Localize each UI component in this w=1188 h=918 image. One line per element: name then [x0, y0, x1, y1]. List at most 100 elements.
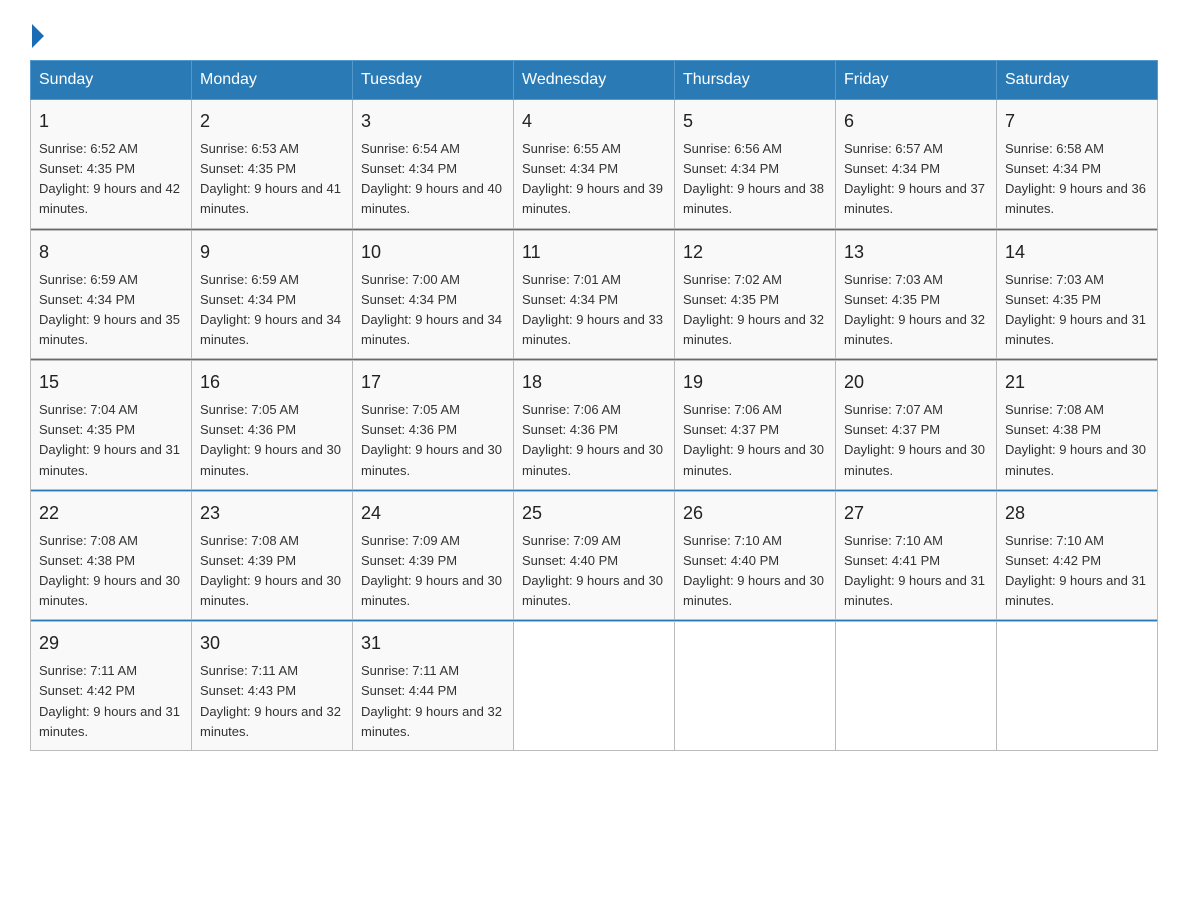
day-info: Sunrise: 7:03 AMSunset: 4:35 PMDaylight:…	[844, 272, 985, 347]
day-info: Sunrise: 7:03 AMSunset: 4:35 PMDaylight:…	[1005, 272, 1146, 347]
day-info: Sunrise: 6:54 AMSunset: 4:34 PMDaylight:…	[361, 141, 502, 216]
day-info: Sunrise: 6:53 AMSunset: 4:35 PMDaylight:…	[200, 141, 341, 216]
page-header	[30, 20, 1158, 44]
calendar-cell: 27 Sunrise: 7:10 AMSunset: 4:41 PMDaylig…	[836, 491, 997, 620]
col-header-friday: Friday	[836, 61, 997, 100]
day-number: 24	[361, 500, 505, 527]
day-number: 29	[39, 630, 183, 657]
day-number: 15	[39, 369, 183, 396]
calendar-table: SundayMondayTuesdayWednesdayThursdayFrid…	[30, 60, 1158, 751]
calendar-week-row: 22 Sunrise: 7:08 AMSunset: 4:38 PMDaylig…	[31, 491, 1158, 620]
day-info: Sunrise: 7:08 AMSunset: 4:39 PMDaylight:…	[200, 533, 341, 608]
calendar-cell: 1 Sunrise: 6:52 AMSunset: 4:35 PMDayligh…	[31, 100, 192, 229]
day-number: 10	[361, 239, 505, 266]
day-number: 16	[200, 369, 344, 396]
day-info: Sunrise: 7:01 AMSunset: 4:34 PMDaylight:…	[522, 272, 663, 347]
calendar-cell: 13 Sunrise: 7:03 AMSunset: 4:35 PMDaylig…	[836, 230, 997, 359]
calendar-cell: 2 Sunrise: 6:53 AMSunset: 4:35 PMDayligh…	[192, 100, 353, 229]
day-number: 13	[844, 239, 988, 266]
day-info: Sunrise: 7:10 AMSunset: 4:40 PMDaylight:…	[683, 533, 824, 608]
day-info: Sunrise: 7:10 AMSunset: 4:41 PMDaylight:…	[844, 533, 985, 608]
col-header-saturday: Saturday	[997, 61, 1158, 100]
day-number: 23	[200, 500, 344, 527]
calendar-cell: 8 Sunrise: 6:59 AMSunset: 4:34 PMDayligh…	[31, 230, 192, 359]
day-info: Sunrise: 7:04 AMSunset: 4:35 PMDaylight:…	[39, 402, 180, 477]
col-header-thursday: Thursday	[675, 61, 836, 100]
calendar-cell	[836, 622, 997, 751]
day-number: 27	[844, 500, 988, 527]
day-info: Sunrise: 7:08 AMSunset: 4:38 PMDaylight:…	[39, 533, 180, 608]
col-header-sunday: Sunday	[31, 61, 192, 100]
calendar-cell: 29 Sunrise: 7:11 AMSunset: 4:42 PMDaylig…	[31, 622, 192, 751]
day-info: Sunrise: 6:59 AMSunset: 4:34 PMDaylight:…	[200, 272, 341, 347]
calendar-cell: 24 Sunrise: 7:09 AMSunset: 4:39 PMDaylig…	[353, 491, 514, 620]
calendar-cell: 3 Sunrise: 6:54 AMSunset: 4:34 PMDayligh…	[353, 100, 514, 229]
calendar-cell: 4 Sunrise: 6:55 AMSunset: 4:34 PMDayligh…	[514, 100, 675, 229]
calendar-week-row: 1 Sunrise: 6:52 AMSunset: 4:35 PMDayligh…	[31, 100, 1158, 229]
calendar-cell: 25 Sunrise: 7:09 AMSunset: 4:40 PMDaylig…	[514, 491, 675, 620]
day-number: 6	[844, 108, 988, 135]
day-info: Sunrise: 7:09 AMSunset: 4:40 PMDaylight:…	[522, 533, 663, 608]
day-number: 25	[522, 500, 666, 527]
day-number: 8	[39, 239, 183, 266]
day-info: Sunrise: 6:52 AMSunset: 4:35 PMDaylight:…	[39, 141, 180, 216]
day-number: 3	[361, 108, 505, 135]
calendar-week-row: 15 Sunrise: 7:04 AMSunset: 4:35 PMDaylig…	[31, 361, 1158, 490]
day-number: 19	[683, 369, 827, 396]
calendar-cell: 15 Sunrise: 7:04 AMSunset: 4:35 PMDaylig…	[31, 361, 192, 490]
day-info: Sunrise: 7:05 AMSunset: 4:36 PMDaylight:…	[361, 402, 502, 477]
calendar-header-row: SundayMondayTuesdayWednesdayThursdayFrid…	[31, 61, 1158, 100]
calendar-cell: 12 Sunrise: 7:02 AMSunset: 4:35 PMDaylig…	[675, 230, 836, 359]
calendar-cell	[675, 622, 836, 751]
day-number: 11	[522, 239, 666, 266]
calendar-cell: 10 Sunrise: 7:00 AMSunset: 4:34 PMDaylig…	[353, 230, 514, 359]
calendar-cell: 20 Sunrise: 7:07 AMSunset: 4:37 PMDaylig…	[836, 361, 997, 490]
day-number: 14	[1005, 239, 1149, 266]
col-header-monday: Monday	[192, 61, 353, 100]
calendar-cell: 26 Sunrise: 7:10 AMSunset: 4:40 PMDaylig…	[675, 491, 836, 620]
day-number: 28	[1005, 500, 1149, 527]
logo-arrow-icon	[32, 24, 44, 48]
day-info: Sunrise: 7:00 AMSunset: 4:34 PMDaylight:…	[361, 272, 502, 347]
day-info: Sunrise: 7:06 AMSunset: 4:37 PMDaylight:…	[683, 402, 824, 477]
day-number: 30	[200, 630, 344, 657]
day-number: 1	[39, 108, 183, 135]
day-number: 5	[683, 108, 827, 135]
calendar-cell: 21 Sunrise: 7:08 AMSunset: 4:38 PMDaylig…	[997, 361, 1158, 490]
day-number: 20	[844, 369, 988, 396]
day-info: Sunrise: 6:59 AMSunset: 4:34 PMDaylight:…	[39, 272, 180, 347]
day-number: 2	[200, 108, 344, 135]
calendar-cell: 30 Sunrise: 7:11 AMSunset: 4:43 PMDaylig…	[192, 622, 353, 751]
calendar-cell: 28 Sunrise: 7:10 AMSunset: 4:42 PMDaylig…	[997, 491, 1158, 620]
day-info: Sunrise: 7:10 AMSunset: 4:42 PMDaylight:…	[1005, 533, 1146, 608]
calendar-cell: 7 Sunrise: 6:58 AMSunset: 4:34 PMDayligh…	[997, 100, 1158, 229]
logo	[30, 20, 44, 44]
calendar-cell: 9 Sunrise: 6:59 AMSunset: 4:34 PMDayligh…	[192, 230, 353, 359]
day-number: 4	[522, 108, 666, 135]
day-number: 12	[683, 239, 827, 266]
calendar-cell: 16 Sunrise: 7:05 AMSunset: 4:36 PMDaylig…	[192, 361, 353, 490]
col-header-wednesday: Wednesday	[514, 61, 675, 100]
day-info: Sunrise: 7:11 AMSunset: 4:42 PMDaylight:…	[39, 663, 180, 738]
day-number: 7	[1005, 108, 1149, 135]
day-number: 22	[39, 500, 183, 527]
calendar-week-row: 29 Sunrise: 7:11 AMSunset: 4:42 PMDaylig…	[31, 622, 1158, 751]
day-number: 31	[361, 630, 505, 657]
calendar-cell	[514, 622, 675, 751]
calendar-cell: 5 Sunrise: 6:56 AMSunset: 4:34 PMDayligh…	[675, 100, 836, 229]
calendar-cell	[997, 622, 1158, 751]
day-info: Sunrise: 7:06 AMSunset: 4:36 PMDaylight:…	[522, 402, 663, 477]
calendar-cell: 22 Sunrise: 7:08 AMSunset: 4:38 PMDaylig…	[31, 491, 192, 620]
day-info: Sunrise: 7:07 AMSunset: 4:37 PMDaylight:…	[844, 402, 985, 477]
col-header-tuesday: Tuesday	[353, 61, 514, 100]
day-info: Sunrise: 6:57 AMSunset: 4:34 PMDaylight:…	[844, 141, 985, 216]
calendar-cell: 17 Sunrise: 7:05 AMSunset: 4:36 PMDaylig…	[353, 361, 514, 490]
day-info: Sunrise: 7:05 AMSunset: 4:36 PMDaylight:…	[200, 402, 341, 477]
day-number: 26	[683, 500, 827, 527]
calendar-cell: 14 Sunrise: 7:03 AMSunset: 4:35 PMDaylig…	[997, 230, 1158, 359]
day-number: 18	[522, 369, 666, 396]
day-info: Sunrise: 7:11 AMSunset: 4:43 PMDaylight:…	[200, 663, 341, 738]
day-number: 9	[200, 239, 344, 266]
day-info: Sunrise: 6:58 AMSunset: 4:34 PMDaylight:…	[1005, 141, 1146, 216]
calendar-cell: 19 Sunrise: 7:06 AMSunset: 4:37 PMDaylig…	[675, 361, 836, 490]
